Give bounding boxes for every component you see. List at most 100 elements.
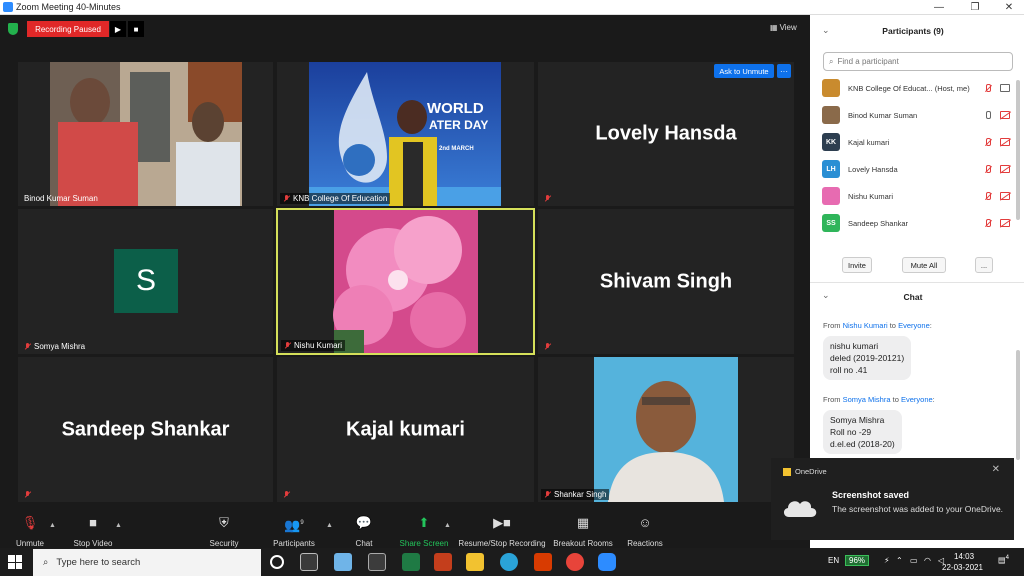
avatar: KK <box>822 133 840 151</box>
tray-chevron-icon[interactable]: ⌃ <box>896 556 903 565</box>
participant-name: Sandeep Shankar <box>848 218 909 228</box>
zoom-taskbar-icon[interactable] <box>598 553 616 571</box>
recipient-link[interactable]: Everyone <box>898 321 930 330</box>
video-tile-nishu-active[interactable]: Nishu Kumari <box>276 208 535 355</box>
edge-icon[interactable] <box>500 553 518 571</box>
chat-line: nishu kumari <box>830 341 879 351</box>
participant-row[interactable]: KNB College Of Educat... (Host, me) <box>822 78 1012 98</box>
banner-text-1: WORLD <box>427 100 484 117</box>
office-icon[interactable] <box>534 553 552 571</box>
language-indicator[interactable]: EN <box>828 556 839 565</box>
taskbar-search-input[interactable]: ⌕ Type here to search <box>33 549 261 576</box>
share-options-caret-icon[interactable]: ▲ <box>444 522 451 529</box>
recipient-link[interactable]: Everyone <box>901 395 933 404</box>
resume-recording-button[interactable]: ▶ <box>110 21 126 37</box>
participant-row[interactable]: LH Lovely Hansda <box>822 159 1012 179</box>
video-tile-kajal[interactable]: Kajal kumari <box>277 357 534 502</box>
windows-start-icon[interactable] <box>8 555 22 569</box>
camera-off-icon <box>1000 110 1010 119</box>
excel-icon[interactable] <box>402 553 420 571</box>
video-options-caret-icon[interactable]: ▲ <box>115 522 122 529</box>
app-icon[interactable] <box>334 553 352 571</box>
security-shield-toolbar-icon: ⛨ <box>219 515 229 530</box>
security-button[interactable]: ⛨ Security <box>205 515 243 549</box>
participant-row[interactable]: Binod Kumar Suman <box>822 105 1012 125</box>
file-explorer-icon[interactable] <box>466 553 484 571</box>
tile-name-row: KNB College Of Education <box>280 193 391 204</box>
sender-link[interactable]: Somya Mishra <box>843 395 891 404</box>
record-controls-icon: ▶■ <box>493 515 511 530</box>
tile-more-button[interactable]: ··· <box>777 64 791 78</box>
minimize-button[interactable]: — <box>924 0 954 15</box>
avatar: S <box>114 249 178 313</box>
reactions-label: Reactions <box>627 539 663 548</box>
wifi-icon[interactable]: ◠ <box>924 556 931 565</box>
participant-row[interactable]: KK Kajal kumari <box>822 132 1012 152</box>
participant-row[interactable]: SS Sandeep Shankar <box>822 213 1012 233</box>
powerpoint-icon[interactable] <box>434 553 452 571</box>
participants-scrollbar[interactable] <box>1016 80 1020 220</box>
avatar: LH <box>822 160 840 178</box>
view-button[interactable]: ▦ View <box>770 20 804 34</box>
chat-message-bubble: nishu kumari deled (2019-20121) roll no … <box>823 336 912 380</box>
share-screen-button[interactable]: ⬆ Share Screen <box>398 516 450 549</box>
microphone-muted-icon: 🎙 <box>21 515 39 530</box>
network-icon[interactable]: ▭ <box>910 556 918 565</box>
camera-on-icon <box>1000 83 1010 92</box>
to-label: to <box>889 321 896 330</box>
toast-close-button[interactable]: ✕ <box>992 464 1000 475</box>
resume-stop-recording-button[interactable]: ▶■ Resume/Stop Recording <box>456 515 548 549</box>
close-window-button[interactable]: ✕ <box>994 0 1024 15</box>
video-tile-somya[interactable]: S Somya Mishra <box>18 209 273 354</box>
ask-to-unmute-button[interactable]: Ask to Unmute <box>714 64 774 78</box>
chat-line: deled (2019-20121) <box>830 353 905 363</box>
participant-name: Nishu Kumari <box>848 191 894 201</box>
tile-name: KNB College Of Education <box>293 194 388 203</box>
clock-date[interactable]: 22-03-2021 <box>942 563 983 572</box>
notification-count: 4 <box>1005 555 1009 561</box>
mic-off-icon <box>284 341 291 350</box>
chrome-icon[interactable] <box>566 553 584 571</box>
video-tile-knb[interactable]: WORLD ATER DAY 2nd MARCH KNB College Of … <box>277 62 534 206</box>
video-tile-sandeep[interactable]: Sandeep Shankar <box>18 357 273 502</box>
banner-text-2: ATER DAY <box>429 118 489 132</box>
participants-label: Participants <box>273 539 315 548</box>
video-tile-shankar[interactable]: Shankar Singh <box>538 357 794 502</box>
invite-button[interactable]: Invite <box>842 257 872 273</box>
audio-options-caret-icon[interactable]: ▲ <box>49 522 56 529</box>
more-options-button[interactable]: ... <box>975 257 993 273</box>
avatar <box>822 106 840 124</box>
store-icon[interactable] <box>368 553 386 571</box>
video-tile-lovely[interactable]: Lovely Hansda <box>538 62 794 206</box>
grid-icon: ▦ <box>770 22 778 32</box>
mute-all-button[interactable]: Mute All <box>902 257 946 273</box>
sender-link[interactable]: Nishu Kumari <box>843 321 888 330</box>
mic-off-icon <box>283 194 290 203</box>
participant-row[interactable]: Nishu Kumari <box>822 186 1012 206</box>
chat-button[interactable]: 💬 Chat <box>350 516 378 549</box>
task-view-icon[interactable] <box>300 553 318 571</box>
camera-off-icon <box>1000 164 1010 173</box>
unmute-button[interactable]: 🎙 Unmute <box>12 515 48 549</box>
stop-recording-button[interactable]: ■ <box>128 21 144 37</box>
participants-button[interactable]: 👥9 Participants <box>270 516 318 548</box>
participant-search-input[interactable]: ⌕ Find a participant <box>823 52 1013 71</box>
breakout-rooms-button[interactable]: ▦ Breakout Rooms <box>552 515 614 549</box>
notification-center-icon[interactable]: ▤4 <box>998 555 1009 565</box>
video-tile-shivam[interactable]: Shivam Singh <box>538 209 794 354</box>
stop-video-button[interactable]: ■ Stop Video <box>70 516 116 549</box>
mic-off-icon <box>283 491 290 499</box>
clock-time[interactable]: 14:03 <box>954 552 974 561</box>
breakout-rooms-icon: ▦ <box>576 515 590 530</box>
participant-name: KNB College Of Educat... (Host, me) <box>848 83 970 93</box>
cortana-icon[interactable] <box>270 555 284 569</box>
participants-caret-icon[interactable]: ▲ <box>326 522 333 529</box>
search-placeholder: Find a participant <box>837 57 899 66</box>
chat-scrollbar[interactable] <box>1016 350 1020 460</box>
tile-display-name: Lovely Hansda <box>595 122 737 145</box>
maximize-button[interactable]: ❐ <box>960 0 990 15</box>
power-plug-icon: ⚡ <box>884 556 890 565</box>
video-tile-binod[interactable]: Binod Kumar Suman <box>18 62 273 206</box>
reactions-button[interactable]: ☺ Reactions <box>626 516 664 549</box>
onedrive-notification[interactable]: OneDrive ✕ Screenshot saved The screensh… <box>771 458 1014 540</box>
